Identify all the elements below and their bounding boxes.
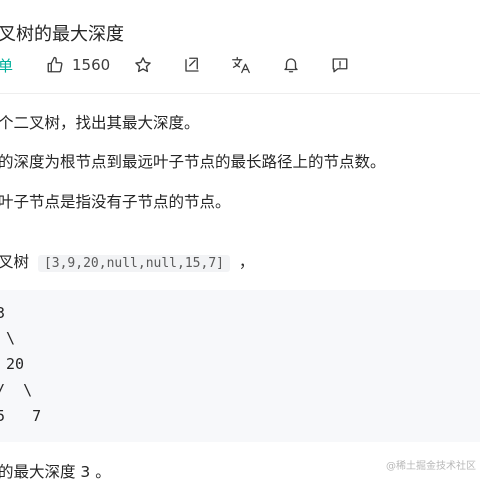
answer-text: 的最大深度 3 。	[0, 463, 111, 481]
star-icon	[134, 56, 152, 74]
thumbs-up-icon	[46, 56, 64, 74]
example-line: 叉树 [3,9,20,null,null,15,7] ，	[0, 250, 254, 272]
description-paragraph-1: 个二叉树，找出其最大深度。	[0, 114, 200, 132]
like-count: 1560	[72, 56, 111, 74]
example-input-code: [3,9,20,null,null,15,7]	[37, 255, 230, 272]
feedback-button[interactable]	[331, 52, 349, 78]
tree-code-block: 3 \ 20 / \ 5 7	[0, 290, 480, 442]
watermark: @稀土掘金技术社区	[386, 461, 476, 472]
problem-title: 叉树的最大深度	[0, 24, 124, 45]
like-button[interactable]: 1560	[46, 52, 110, 78]
tree-line-3: 20	[6, 355, 25, 373]
share-icon	[183, 56, 201, 74]
description-paragraph-2: 的深度为根节点到最远叶子节点的最长路径上的节点数。	[0, 153, 386, 171]
feedback-icon	[331, 56, 349, 74]
toolbar-divider	[0, 93, 480, 94]
bell-icon	[282, 56, 300, 74]
tree-line-2: \	[6, 329, 16, 347]
translate-icon	[231, 56, 251, 74]
problem-toolbar: 单 1560	[0, 52, 480, 78]
tree-line-1: 3	[0, 304, 6, 322]
notification-button[interactable]	[282, 52, 300, 78]
example-suffix: ，	[238, 253, 255, 271]
tree-line-4: / \	[0, 381, 33, 399]
difficulty-badge: 单	[0, 56, 14, 75]
share-button[interactable]	[183, 52, 201, 78]
description-paragraph-3: 叶子节点是指没有子节点的节点。	[0, 193, 231, 211]
translate-button[interactable]	[231, 52, 251, 78]
tree-line-5: 5 7	[0, 407, 42, 425]
favorite-button[interactable]	[134, 52, 152, 78]
example-prefix: 叉树	[0, 253, 30, 271]
